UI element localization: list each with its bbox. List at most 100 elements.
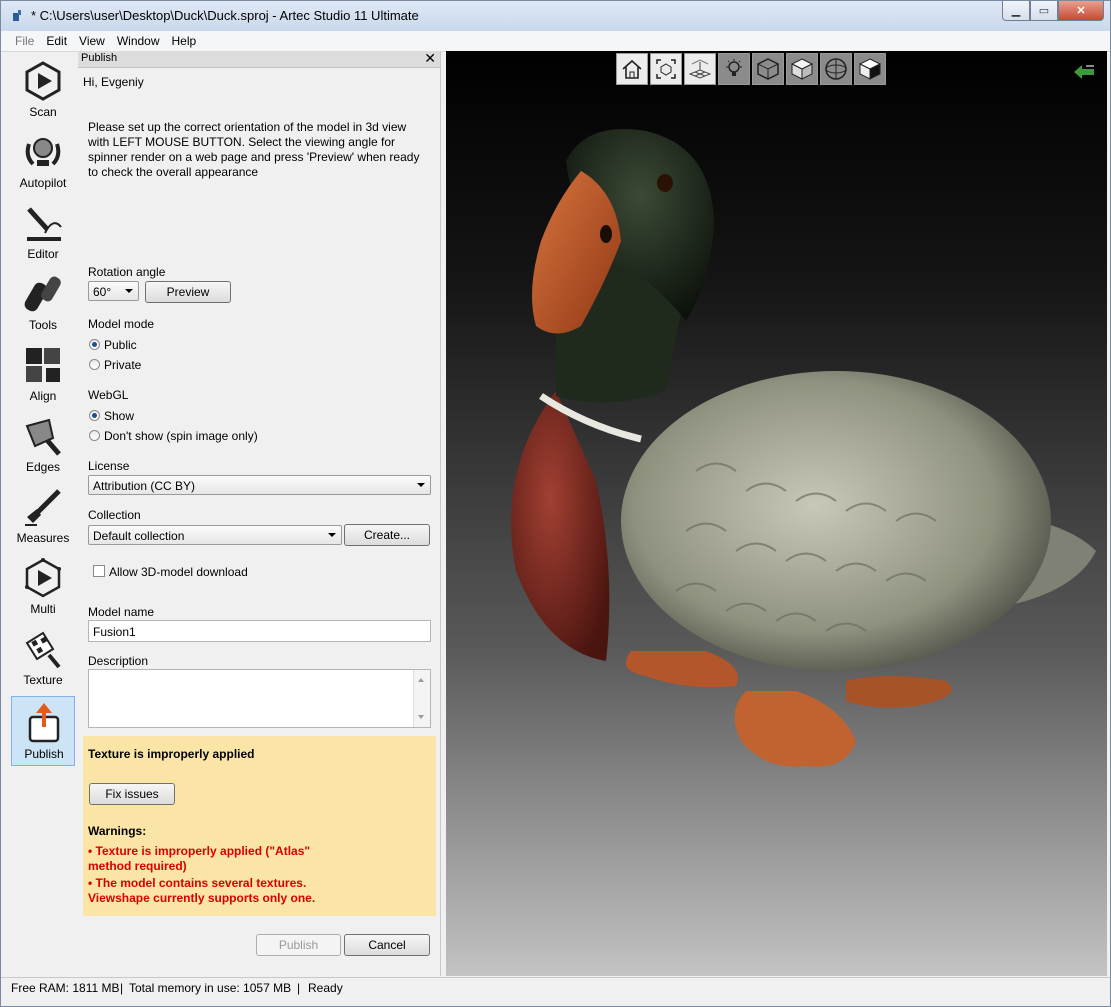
sidebar-label: Measures bbox=[16, 531, 70, 545]
sidebar-item-publish[interactable]: Publish bbox=[11, 696, 75, 766]
chevron-down-icon bbox=[417, 483, 425, 487]
radio-webgl-dont-show[interactable] bbox=[89, 430, 100, 441]
tools-icon bbox=[24, 276, 61, 312]
maximize-icon: ▭ bbox=[1038, 5, 1050, 17]
description-scrollbar[interactable] bbox=[413, 670, 430, 727]
status-bar: Free RAM: 1811 MB | Total memory in use:… bbox=[1, 977, 1110, 998]
sidebar-item-measures[interactable]: Measures bbox=[11, 481, 75, 549]
create-collection-button[interactable]: Create... bbox=[344, 524, 430, 546]
description-label: Description bbox=[88, 654, 149, 668]
sidebar-item-texture[interactable]: Texture bbox=[11, 623, 75, 691]
window-title: * C:\Users\user\Desktop\Duck\Duck.sproj … bbox=[31, 8, 419, 23]
sidebar-item-tools[interactable]: Tools bbox=[11, 268, 75, 336]
chevron-down-icon bbox=[328, 533, 336, 537]
rotation-angle-value: 60° bbox=[93, 285, 112, 299]
app-window: * C:\Users\user\Desktop\Duck\Duck.sproj … bbox=[0, 0, 1111, 1007]
align-icon bbox=[26, 348, 60, 382]
sidebar-label: Tools bbox=[28, 318, 57, 332]
warning-item: • The model contains several textures. bbox=[88, 876, 307, 890]
publish-button[interactable]: Publish bbox=[256, 934, 341, 956]
license-select[interactable]: Attribution (CC BY) bbox=[88, 475, 431, 495]
preview-button[interactable]: Preview bbox=[145, 281, 231, 303]
warning-item: Viewshape currently supports only one. bbox=[88, 891, 316, 905]
sidebar-label: Publish bbox=[24, 747, 64, 761]
radio-public[interactable] bbox=[89, 339, 100, 350]
title-bar: * C:\Users\user\Desktop\Duck\Duck.sproj … bbox=[1, 1, 1110, 31]
panel-close-icon[interactable]: ✕ bbox=[424, 50, 436, 67]
warnings-title: Warnings: bbox=[88, 824, 147, 838]
ready-status: Ready bbox=[308, 981, 343, 995]
sidebar-item-editor[interactable]: Editor bbox=[11, 197, 75, 265]
collection-select[interactable]: Default collection bbox=[88, 525, 342, 545]
collection-label: Collection bbox=[88, 508, 141, 522]
warning-headline: Texture is improperly applied bbox=[88, 747, 255, 761]
sidebar-item-multi[interactable]: Multi bbox=[11, 552, 75, 620]
texture-icon bbox=[25, 631, 61, 669]
model-mode-label: Model mode bbox=[88, 317, 155, 331]
edges-icon bbox=[25, 418, 61, 456]
allow-download-checkbox[interactable] bbox=[93, 565, 105, 577]
sidebar-item-autopilot[interactable]: Autopilot bbox=[11, 126, 75, 194]
minimize-button[interactable]: ▁ bbox=[1002, 1, 1030, 21]
editor-icon bbox=[27, 207, 62, 241]
menu-edit[interactable]: Edit bbox=[40, 34, 73, 48]
scan-icon bbox=[25, 61, 61, 101]
collection-value: Default collection bbox=[93, 529, 185, 543]
instructions-line: Please set up the correct orientation of… bbox=[88, 120, 407, 134]
minimize-icon: ▁ bbox=[1011, 5, 1021, 17]
radio-private-label[interactable]: Private bbox=[104, 358, 141, 372]
3d-viewport[interactable] bbox=[446, 51, 1107, 976]
cancel-button[interactable]: Cancel bbox=[344, 934, 430, 956]
webgl-label: WebGL bbox=[88, 388, 129, 402]
sidebar-label: Texture bbox=[23, 673, 63, 687]
menu-window[interactable]: Window bbox=[111, 34, 166, 48]
rotation-label: Rotation angle bbox=[88, 265, 166, 279]
close-button[interactable]: ✕ bbox=[1058, 1, 1104, 21]
license-label: License bbox=[88, 459, 130, 473]
scroll-down-icon[interactable] bbox=[418, 715, 424, 719]
menu-file[interactable]: File bbox=[1, 34, 40, 48]
radio-private[interactable] bbox=[89, 359, 100, 370]
measures-icon bbox=[25, 489, 61, 526]
maximize-button[interactable]: ▭ bbox=[1030, 1, 1058, 21]
allow-download-label[interactable]: Allow 3D-model download bbox=[109, 565, 248, 579]
warning-item: method required) bbox=[88, 859, 187, 873]
sidebar-item-edges[interactable]: Edges bbox=[11, 410, 75, 478]
app-icon bbox=[13, 10, 21, 21]
publish-panel: Publish ✕ Hi, Evgeniy Please set up the … bbox=[78, 50, 441, 976]
menu-bar: File Edit View Window Help bbox=[1, 31, 1110, 52]
menu-view[interactable]: View bbox=[73, 34, 111, 48]
sidebar-label: Multi bbox=[30, 602, 56, 616]
total-memory-status: Total memory in use: 1057 MB bbox=[129, 981, 292, 995]
greeting: Hi, Evgeniy bbox=[83, 75, 144, 89]
instructions-line: with LEFT MOUSE BUTTON. Select the viewi… bbox=[88, 135, 396, 149]
sidebar-item-align[interactable]: Align bbox=[11, 339, 75, 407]
license-value: Attribution (CC BY) bbox=[93, 479, 196, 493]
description-field[interactable] bbox=[88, 669, 431, 728]
autopilot-icon bbox=[25, 138, 61, 166]
rotation-angle-select[interactable]: 60° bbox=[88, 281, 139, 301]
tool-sidebar: Scan Autopilot Editor Tools Align Edges … bbox=[9, 53, 77, 975]
sidebar-item-scan[interactable]: Scan bbox=[11, 55, 75, 123]
radio-webgl-dont-show-label[interactable]: Don't show (spin image only) bbox=[104, 429, 258, 443]
radio-public-label[interactable]: Public bbox=[104, 338, 137, 352]
fix-issues-button[interactable]: Fix issues bbox=[89, 783, 175, 805]
free-ram-status: Free RAM: 1811 MB bbox=[11, 981, 120, 995]
model-name-value: Fusion1 bbox=[93, 625, 136, 639]
sidebar-label: Edges bbox=[25, 460, 61, 474]
scroll-up-icon[interactable] bbox=[418, 678, 424, 682]
model-name-label: Model name bbox=[88, 605, 155, 619]
warning-box: Texture is improperly applied Fix issues… bbox=[83, 736, 436, 916]
sidebar-label: Editor bbox=[27, 247, 59, 261]
model-name-field[interactable]: Fusion1 bbox=[88, 620, 431, 642]
panel-header: Publish ✕ bbox=[78, 50, 440, 68]
duck-3d-model bbox=[511, 129, 1096, 767]
status-separator: | bbox=[297, 981, 301, 995]
instructions-line: spinner render on a web page and press '… bbox=[88, 150, 420, 164]
sidebar-label: Scan bbox=[29, 105, 57, 119]
radio-webgl-show[interactable] bbox=[89, 410, 100, 421]
sidebar-label: Autopilot bbox=[19, 176, 67, 190]
status-separator: | bbox=[120, 981, 124, 995]
radio-webgl-show-label[interactable]: Show bbox=[104, 409, 134, 423]
menu-help[interactable]: Help bbox=[166, 34, 203, 48]
